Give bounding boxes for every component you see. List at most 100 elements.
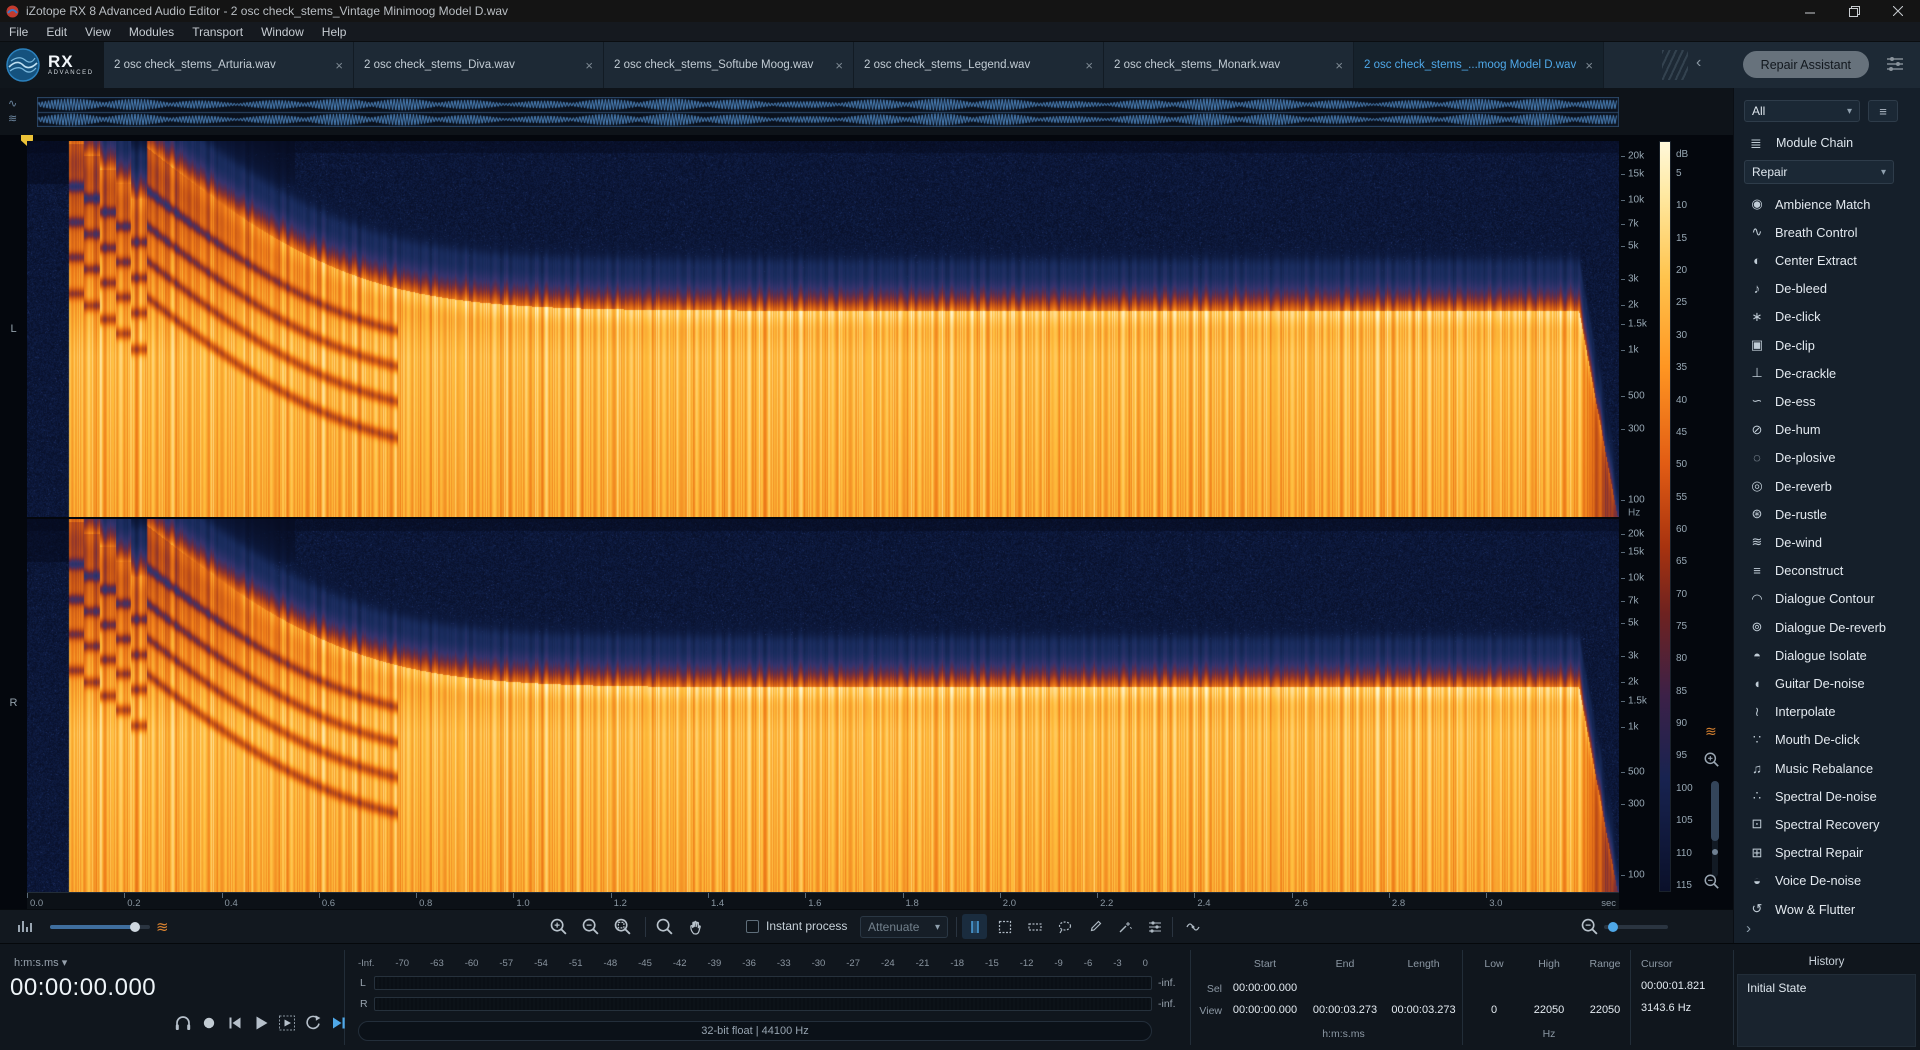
menu-item-transport[interactable]: Transport (183, 22, 252, 41)
menu-item-view[interactable]: View (76, 22, 120, 41)
overview-spectrogram-icon[interactable]: ≋ (8, 114, 17, 124)
play-button[interactable] (250, 1012, 272, 1034)
spectrogram-icon[interactable]: ≋ (156, 918, 169, 936)
menu-item-window[interactable]: Window (252, 22, 313, 41)
tool-brush-selection[interactable] (1082, 914, 1107, 939)
module-spectral-repair[interactable]: ⊞ Spectral Repair (1734, 839, 1920, 867)
tool-magic-wand[interactable] (1112, 914, 1137, 939)
tab-5[interactable]: 2 osc check_stems_Monark.wav × (1104, 42, 1354, 88)
tab-1[interactable]: 2 osc check_stems_Arturia.wav × (104, 42, 354, 88)
module-de-clip[interactable]: ▣ De-clip (1734, 331, 1920, 359)
module-mouth-de-click[interactable]: ∵ Mouth De-click (1734, 726, 1920, 754)
tab-label: 2 osc check_stems_...moog Model D.wav (1364, 59, 1579, 71)
menu-item-edit[interactable]: Edit (37, 22, 76, 41)
tab-close-icon[interactable]: × (835, 59, 843, 72)
return-to-start-button[interactable] (224, 1012, 246, 1034)
module-center-extract[interactable]: ◐ Center Extract (1734, 246, 1920, 274)
repair-assistant-button[interactable]: Repair Assistant (1743, 51, 1869, 78)
module-voice-de-noise[interactable]: ◒ Voice De-noise (1734, 867, 1920, 895)
module-spectral-recovery[interactable]: ⊡ Spectral Recovery (1734, 810, 1920, 838)
menu-item-help[interactable]: Help (313, 22, 356, 41)
menu-item-file[interactable]: File (0, 22, 37, 41)
module-dialogue-de-reverb[interactable]: ⊚ Dialogue De-reverb (1734, 613, 1920, 641)
time-format-select[interactable]: h:m:s.ms ▾ (14, 956, 67, 969)
module-de-plosive[interactable]: ◌ De-plosive (1734, 444, 1920, 472)
module-music-rebalance[interactable]: ♫ Music Rebalance (1734, 754, 1920, 782)
module-list-menu-button[interactable]: ≡ (1868, 100, 1898, 122)
monitor-button[interactable] (172, 1012, 194, 1034)
tab-close-icon[interactable]: × (585, 59, 593, 72)
tab-close-icon[interactable]: × (1335, 59, 1343, 72)
sliders-icon[interactable] (1886, 56, 1904, 72)
restore-button[interactable] (1832, 0, 1876, 22)
tool-lasso-selection[interactable] (1052, 914, 1077, 939)
spectrogram-canvas-right[interactable] (27, 519, 1619, 892)
time-tick-label: 0.8 (419, 898, 432, 909)
overview-waveform-canvas[interactable] (37, 97, 1619, 127)
minimize-button[interactable] (1788, 0, 1832, 22)
module-chain-item[interactable]: ≣ Module Chain (1734, 130, 1920, 156)
tab-close-icon[interactable]: × (1585, 59, 1593, 72)
module-deconstruct[interactable]: ≡ Deconstruct (1734, 557, 1920, 585)
module-de-ess[interactable]: ∽ De-ess (1734, 387, 1920, 415)
overview-waveform-icon[interactable]: ∿ (8, 99, 17, 109)
spectrogram-canvas-left[interactable] (27, 141, 1619, 517)
module-guitar-de-noise[interactable]: ◖ Guitar De-noise (1734, 669, 1920, 697)
module-dialogue-contour[interactable]: ◠ Dialogue Contour (1734, 585, 1920, 613)
loop-button[interactable] (302, 1012, 324, 1034)
module-interpolate[interactable]: ≀ Interpolate (1734, 698, 1920, 726)
tool-time-selection[interactable] (962, 914, 987, 939)
module-de-crackle[interactable]: ⊥ De-crackle (1734, 359, 1920, 387)
module-de-bleed[interactable]: ♪ De-bleed (1734, 275, 1920, 303)
hand-tool-icon[interactable] (687, 917, 707, 937)
close-button[interactable] (1876, 0, 1920, 22)
horizontal-zoom-out-icon[interactable] (1580, 917, 1600, 937)
module-de-click[interactable]: ∗ De-click (1734, 303, 1920, 331)
module-de-rustle[interactable]: ⊛ De-rustle (1734, 500, 1920, 528)
go-to-end-button[interactable] (328, 1012, 350, 1034)
vertical-zoom-out-icon[interactable] (1703, 873, 1721, 891)
tab-close-icon[interactable]: × (335, 59, 343, 72)
module-category-select[interactable]: Repair ▾ (1744, 160, 1894, 184)
wave-spec-balance-thumb[interactable] (130, 922, 140, 932)
module-breath-control[interactable]: ∿ Breath Control (1734, 218, 1920, 246)
zoom-fit-icon[interactable] (655, 917, 675, 937)
zoom-in-icon[interactable] (549, 917, 569, 937)
vertical-zoom-reset-dot[interactable] (1712, 849, 1718, 855)
menu-item-modules[interactable]: Modules (120, 22, 183, 41)
module-spectral-de-noise[interactable]: ∴ Spectral De-noise (1734, 782, 1920, 810)
tab-3[interactable]: 2 osc check_stems_Softube Moog.wav × (604, 42, 854, 88)
vertical-zoom-scrollbar-thumb[interactable] (1711, 781, 1719, 841)
vertical-zoom-in-icon[interactable] (1703, 751, 1721, 769)
tool-frequency-selection[interactable] (1022, 914, 1047, 939)
record-button[interactable] (198, 1012, 220, 1034)
zoom-out-icon[interactable] (581, 917, 601, 937)
horizontal-zoom-thumb[interactable] (1608, 922, 1618, 932)
zoom-selection-icon[interactable] (613, 917, 633, 937)
tab-4[interactable]: 2 osc check_stems_Legend.wav × (854, 42, 1104, 88)
waveform-overview-strip[interactable]: ∿ ≋ (0, 88, 1733, 135)
tab-2[interactable]: 2 osc check_stems_Diva.wav × (354, 42, 604, 88)
instant-process-checkbox[interactable] (746, 920, 759, 933)
module-de-reverb[interactable]: ◎ De-reverb (1734, 472, 1920, 500)
module-de-wind[interactable]: ≋ De-wind (1734, 528, 1920, 556)
module-ambience-match[interactable]: ◉ Ambience Match (1734, 190, 1920, 218)
history-list[interactable]: Initial State (1737, 974, 1916, 1047)
history-item[interactable]: Initial State (1738, 975, 1915, 995)
tool-signal-wave[interactable] (1180, 914, 1205, 939)
module-dialogue-isolate[interactable]: ◓ Dialogue Isolate (1734, 641, 1920, 669)
module-de-hum[interactable]: ⊘ De-hum (1734, 416, 1920, 444)
tool-time-frequency-selection[interactable] (992, 914, 1017, 939)
spectrogram-settings-icon[interactable]: ≋ (1705, 723, 1717, 740)
time-ruler[interactable]: 0.0 0.2 0.4 0.6 0.8 1.0 1.2 1.4 1.6 1.8 2.0 2.2 2.4 2… (27, 892, 1619, 909)
waveform-meter-icon[interactable] (16, 918, 34, 936)
tool-sliders[interactable] (1142, 914, 1167, 939)
tab-close-icon[interactable]: × (1085, 59, 1093, 72)
process-mode-select[interactable]: Attenuate ▾ (860, 916, 948, 938)
module-filter-select[interactable]: All ▾ (1744, 100, 1860, 122)
module-wow-flutter[interactable]: ↺ Wow & Flutter (1734, 895, 1920, 923)
tab-6[interactable]: 2 osc check_stems_...moog Model D.wav × (1354, 42, 1604, 88)
play-selection-button[interactable] (276, 1012, 298, 1034)
tab-scroll-left-icon[interactable]: ‹ (1696, 54, 1701, 72)
sidebar-expand-icon[interactable]: › (1746, 920, 1751, 937)
